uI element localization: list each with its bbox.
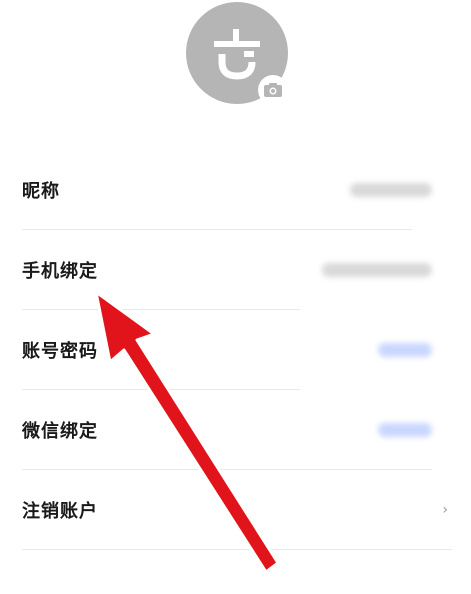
chevron-right-icon: › [442,502,448,518]
wechat-value-redacted [378,423,432,437]
row-label: 微信绑定 [22,421,98,442]
row-label: 手机绑定 [22,261,98,282]
row-nickname[interactable]: 昵称 [22,150,452,230]
row-phone-binding[interactable]: 手机绑定 [22,230,452,310]
nickname-value-redacted [350,183,432,197]
divider [22,549,452,550]
row-account-password[interactable]: 账号密码 [22,310,452,390]
row-label: 昵称 [22,181,60,202]
row-label: 注销账户 [22,501,98,522]
row-delete-account[interactable]: 注销账户 › [22,470,452,550]
account-settings-list: 昵称 手机绑定 账号密码 微信绑定 注销账户 › [22,150,452,550]
change-avatar-button[interactable] [258,75,288,105]
row-wechat-binding[interactable]: 微信绑定 [22,390,452,470]
row-label: 账号密码 [22,341,98,362]
camera-icon [264,83,282,97]
password-value-redacted [378,343,432,357]
phone-value-redacted [322,263,432,277]
